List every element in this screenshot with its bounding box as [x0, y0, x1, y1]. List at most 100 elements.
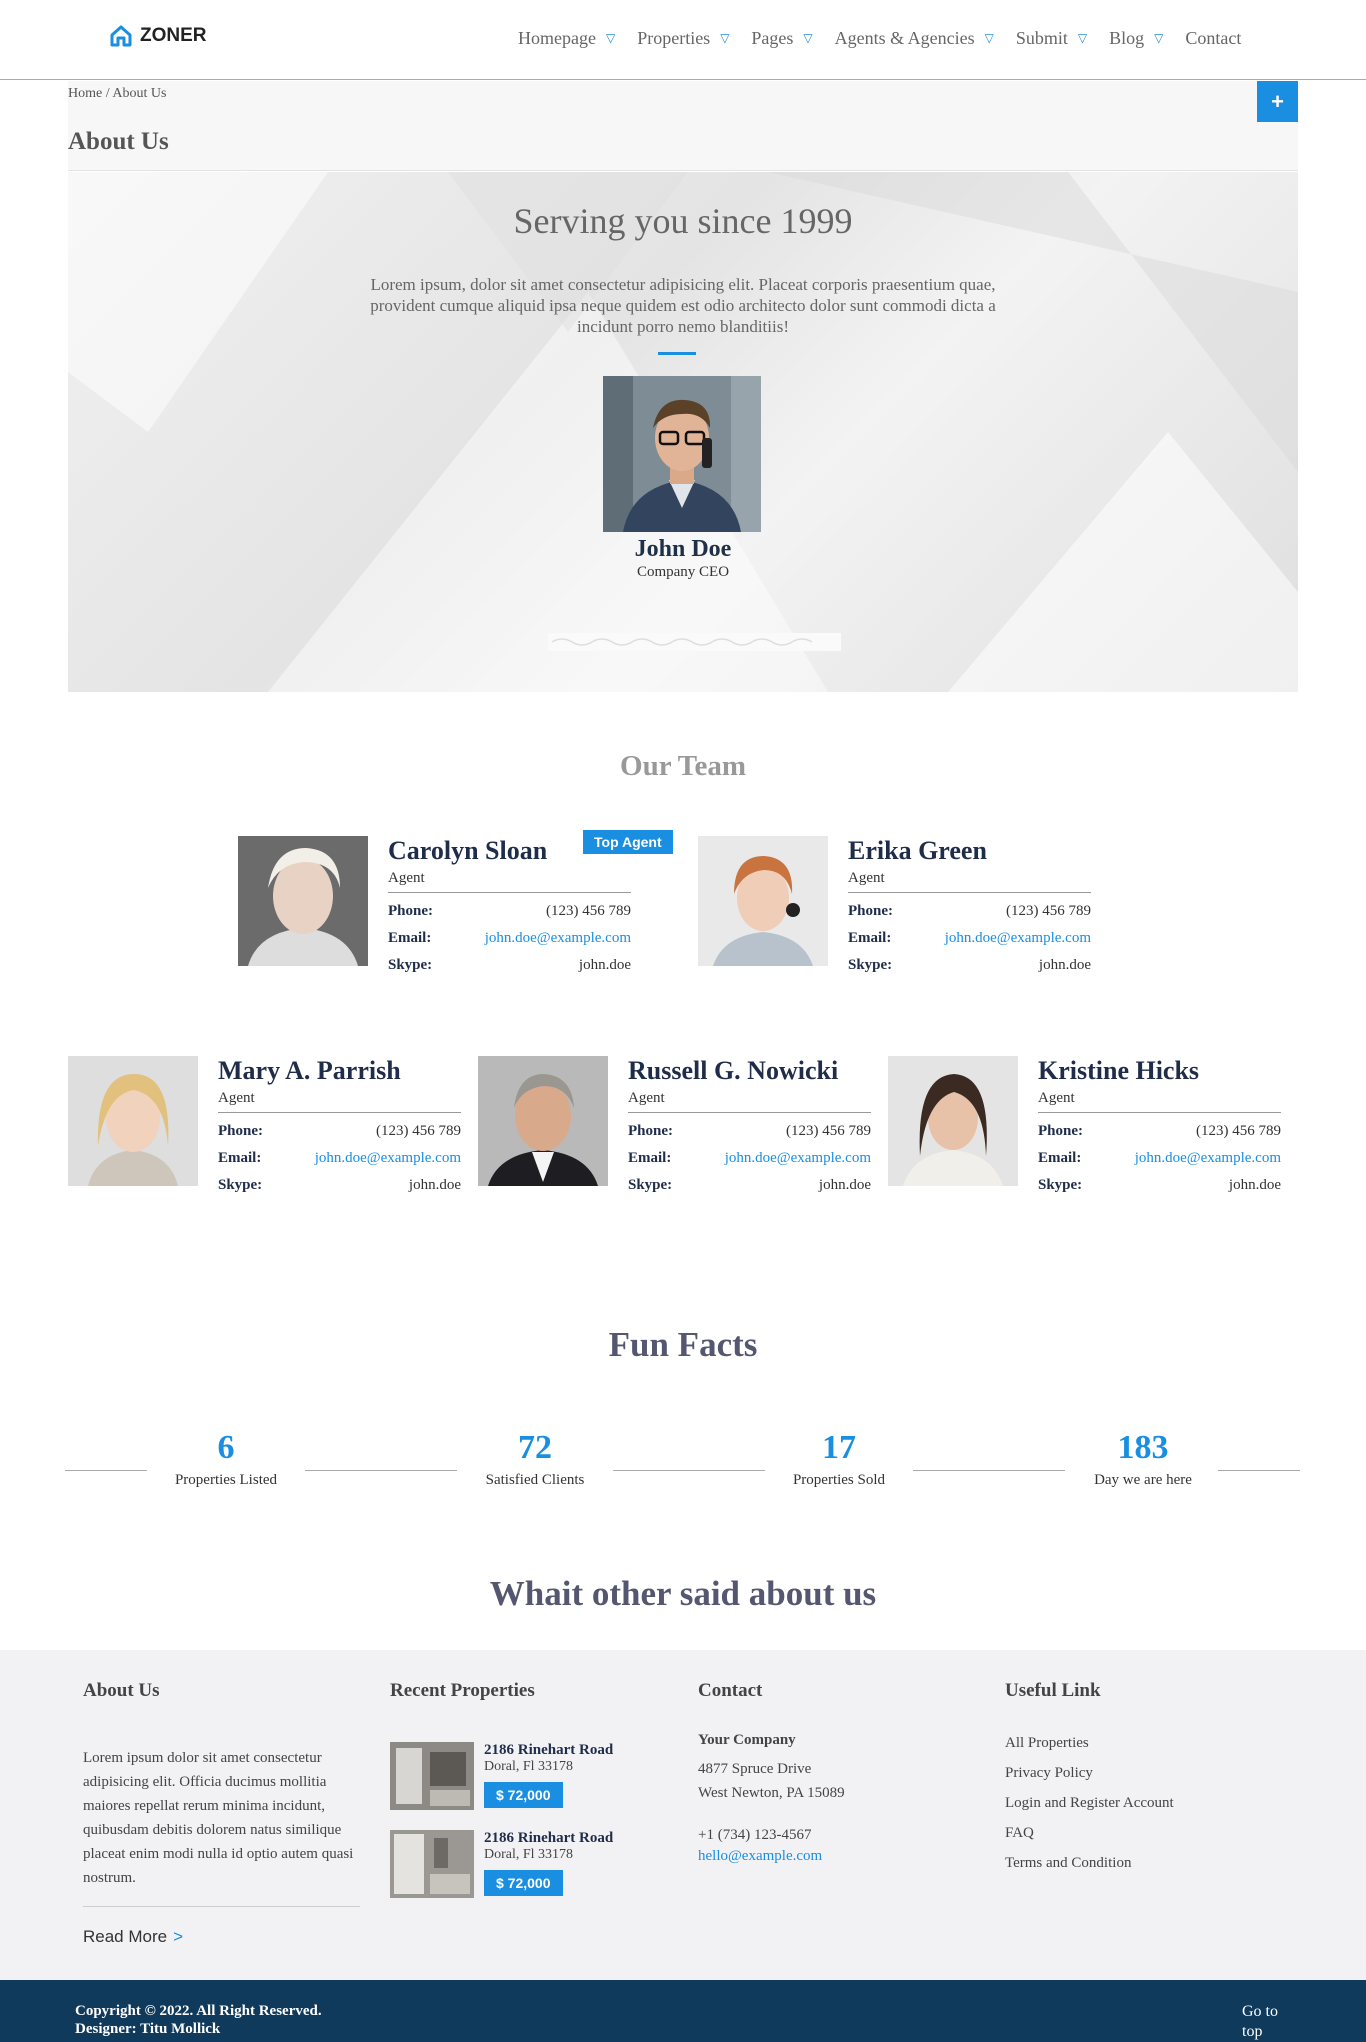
go-to-top-link[interactable]: Go to top: [1242, 2002, 1292, 2042]
footer-link[interactable]: Terms and Condition: [1005, 1855, 1174, 1872]
footer-contact-heading: Contact: [698, 1680, 763, 1701]
nav-agents[interactable]: Agents & Agencies ▽: [835, 28, 994, 49]
logo-text: ZONER: [140, 25, 207, 46]
phone-value: (123) 456 789: [376, 1123, 461, 1139]
email-label: Email:: [628, 1150, 672, 1166]
email-link[interactable]: john.doe@example.com: [945, 929, 1091, 947]
copyright-text: Copyright © 2022. All Right Reserved.: [75, 2003, 322, 2019]
main-nav: Homepage ▽ Properties ▽ Pages ▽ Agents & Ag…: [518, 28, 1263, 49]
phone-label: Phone:: [218, 1123, 263, 1139]
recent-property-item[interactable]: 2186 Rinehart Road Doral, Fl 33178 $ 72,…: [390, 1742, 613, 1814]
copyright: Copyright © 2022. All Right Reserved. De…: [75, 2002, 322, 2038]
fact-value: 17: [822, 1429, 856, 1466]
agent-role: Agent: [628, 1090, 871, 1113]
skype-label: Skype:: [628, 1177, 673, 1193]
footer-link[interactable]: Login and Register Account: [1005, 1795, 1174, 1812]
footer-about-text: Lorem ipsum dolor sit amet consectetur a…: [83, 1750, 354, 1886]
nav-label: Properties: [637, 28, 711, 48]
caret-down-icon: ▽: [605, 31, 616, 45]
property-address: Doral, Fl 33178: [484, 1759, 574, 1774]
footer-link[interactable]: FAQ: [1005, 1825, 1174, 1842]
phone-value: (123) 456 789: [546, 903, 631, 919]
skype-value: john.doe: [1038, 957, 1091, 973]
property-thumbnail[interactable]: [390, 1742, 474, 1810]
home-icon: [110, 25, 132, 47]
nav-properties[interactable]: Properties ▽: [637, 28, 729, 49]
nav-label: Submit: [1015, 28, 1068, 48]
contact-email-link[interactable]: hello@example.com: [698, 1848, 822, 1864]
fact-divider: [65, 1470, 147, 1471]
email-label: Email:: [388, 930, 432, 946]
skype-value: john.doe: [818, 1177, 871, 1193]
footer-about: About Us Lorem ipsum dolor sit amet cons…: [83, 1680, 363, 1947]
hero-divider: [658, 352, 696, 355]
email-label: Email:: [218, 1150, 262, 1166]
address-line-2: West Newton, PA 15089: [698, 1785, 845, 1801]
skype-value: john.doe: [578, 957, 631, 973]
property-price: $ 72,000: [484, 1870, 563, 1896]
nav-label: Contact: [1185, 28, 1242, 48]
agent-role: Agent: [218, 1090, 461, 1113]
email-label: Email:: [1038, 1150, 1082, 1166]
breadcrumb[interactable]: Home / About Us: [68, 86, 166, 102]
email-link[interactable]: john.doe@example.com: [315, 1149, 461, 1167]
nav-submit[interactable]: Submit ▽: [1016, 28, 1087, 49]
ceo-name: John Doe: [634, 536, 732, 562]
designer-credit: Designer: Titu Mollick: [75, 2021, 221, 2037]
email-link[interactable]: john.doe@example.com: [1135, 1149, 1281, 1167]
testimonials-title: Whait other said about us: [489, 1574, 877, 1613]
nav-label: Blog: [1109, 28, 1145, 48]
caret-down-icon: ▽: [720, 31, 730, 45]
property-title[interactable]: 2186 Rinehart Road: [484, 1830, 613, 1847]
skype-value: john.doe: [1228, 1177, 1281, 1193]
agent-card: Mary A. Parrish Agent Phone: (123) 456 78…: [68, 1056, 508, 1196]
title-band: [68, 81, 1298, 171]
recent-property-item[interactable]: 2186 Rinehart Road Doral, Fl 33178 $ 72,…: [390, 1830, 613, 1902]
fact-label: Properties Sold: [792, 1472, 886, 1488]
agent-role: Agent: [388, 870, 631, 893]
caret-down-icon: ▽: [1154, 31, 1164, 45]
agent-name[interactable]: Kristine Hicks: [1038, 1056, 1281, 1086]
agent-photo: [68, 1056, 198, 1186]
email-link[interactable]: john.doe@example.com: [485, 929, 631, 947]
agent-name[interactable]: Erika Green: [848, 836, 1091, 866]
add-button[interactable]: +: [1257, 81, 1298, 122]
fact-item: 183 Day we are here: [1058, 1428, 1228, 1489]
fact-divider: [613, 1470, 765, 1471]
caret-down-icon: ▽: [984, 31, 994, 45]
agent-name[interactable]: Mary A. Parrish: [218, 1056, 461, 1086]
property-title[interactable]: 2186 Rinehart Road: [484, 1742, 613, 1759]
fact-value: 6: [217, 1429, 235, 1466]
team-title: Our Team: [620, 750, 746, 782]
nav-label: Homepage: [518, 28, 596, 48]
nav-contact[interactable]: Contact: [1185, 28, 1241, 49]
phone-label: Phone:: [848, 903, 893, 919]
footer-contact: Contact Your Company 4877 Spruce Drive W…: [698, 1680, 845, 1865]
nav-homepage[interactable]: Homepage ▽: [518, 28, 615, 49]
slider-indicator[interactable]: [548, 633, 841, 651]
agent-role: Agent: [848, 870, 1091, 893]
nav-pages[interactable]: Pages ▽: [751, 28, 812, 49]
contact-phone[interactable]: +1 (734) 123-4567: [698, 1823, 845, 1847]
ceo-role: Company CEO: [636, 564, 730, 580]
site-logo[interactable]: ZONER: [110, 25, 207, 47]
agent-photo: [888, 1056, 1018, 1186]
agent-name[interactable]: Russell G. Nowicki: [628, 1056, 871, 1086]
fact-item: 72 Satisfied Clients: [450, 1428, 620, 1489]
fact-item: 17 Properties Sold: [754, 1428, 924, 1489]
email-label: Email:: [848, 930, 892, 946]
hero-text: Lorem ipsum, dolor sit amet consectetur …: [370, 275, 996, 336]
read-more-link[interactable]: Read More >: [83, 1927, 363, 1947]
footer-link[interactable]: Privacy Policy: [1005, 1765, 1174, 1782]
nav-blog[interactable]: Blog ▽: [1109, 28, 1163, 49]
ceo-photo: [603, 376, 761, 532]
divider: [83, 1906, 360, 1907]
fact-value: 72: [518, 1429, 552, 1466]
caret-down-icon: ▽: [803, 31, 813, 45]
email-link[interactable]: john.doe@example.com: [725, 1149, 871, 1167]
property-thumbnail[interactable]: [390, 1830, 474, 1898]
agent-card: Kristine Hicks Agent Phone: (123) 456 789…: [888, 1056, 1328, 1196]
footer-link[interactable]: All Properties: [1005, 1735, 1174, 1752]
footer-links-heading: Useful Link: [1005, 1680, 1101, 1701]
fact-label: Day we are here: [1094, 1472, 1192, 1488]
